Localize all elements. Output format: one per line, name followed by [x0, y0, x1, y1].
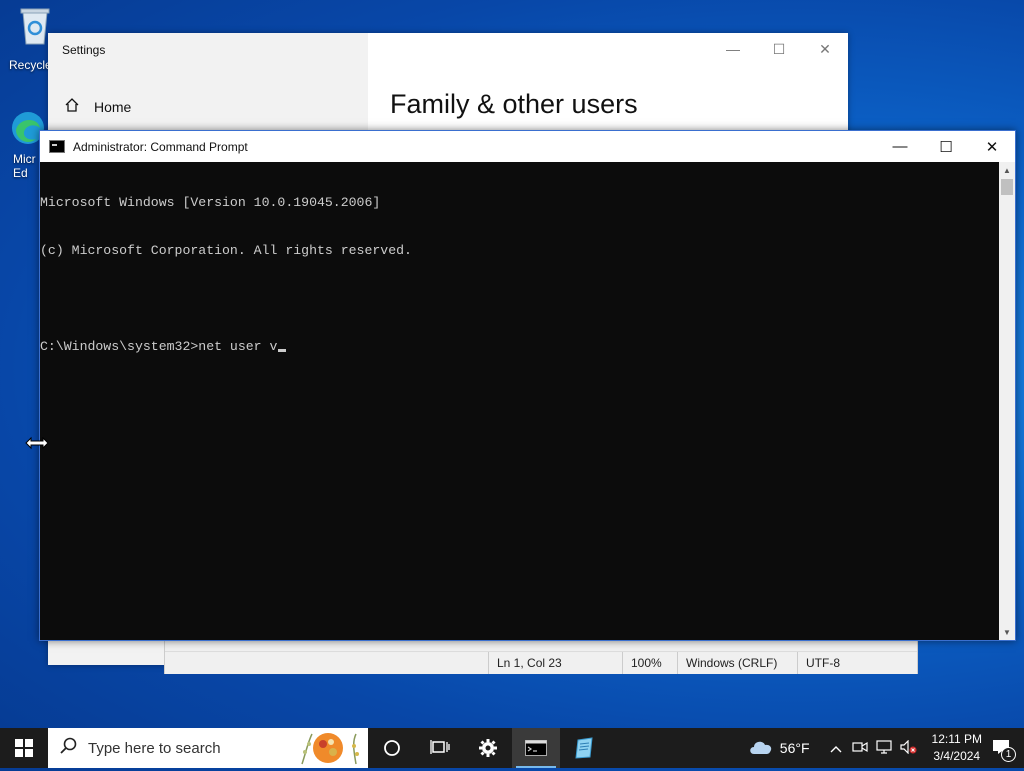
- volume-muted-icon[interactable]: [899, 739, 918, 757]
- notepad-statusbar: Ln 1, Col 23 100% Windows (CRLF) UTF-8: [165, 651, 917, 674]
- clock-time: 12:11 PM: [931, 732, 982, 746]
- scroll-thumb[interactable]: [1001, 179, 1013, 195]
- taskbar-search-box[interactable]: Type here to search: [48, 728, 368, 768]
- home-icon: [64, 97, 80, 116]
- network-icon[interactable]: [875, 739, 892, 757]
- edge-label-line2: Ed: [13, 166, 28, 180]
- cmd-close-button[interactable]: ✕: [969, 131, 1015, 162]
- settings-home-link[interactable]: Home: [64, 97, 131, 116]
- console-prompt-line: C:\Windows\system32>net user v: [40, 339, 999, 355]
- cmd-scrollbar[interactable]: ▲ ▼: [999, 162, 1015, 640]
- console-output[interactable]: Microsoft Windows [Version 10.0.19045.20…: [40, 162, 999, 640]
- cmd-maximize-button[interactable]: ☐: [923, 131, 969, 162]
- notification-count-badge: 1: [1001, 746, 1016, 762]
- page-title: Family & other users: [390, 89, 638, 119]
- system-tray: 56°F 12:11 PM 3/4/2024 1: [748, 728, 1024, 768]
- console-line: Microsoft Windows [Version 10.0.19045.20…: [40, 195, 381, 210]
- notepad-window[interactable]: Ln 1, Col 23 100% Windows (CRLF) UTF-8: [164, 640, 918, 674]
- clock-date: 3/4/2024: [933, 749, 981, 763]
- home-label: Home: [94, 98, 132, 115]
- cmd-titlebar[interactable]: Administrator: Command Prompt — ☐ ✕: [40, 131, 1015, 162]
- line-ending: Windows (CRLF): [677, 652, 797, 674]
- taskbar-command-prompt-app[interactable]: [512, 728, 560, 768]
- scroll-up-arrow-icon[interactable]: ▲: [999, 162, 1015, 178]
- edge-label-line1: Micr: [13, 152, 36, 166]
- settings-title: Settings: [62, 43, 106, 57]
- search-placeholder: Type here to search: [88, 739, 221, 757]
- weather-temperature[interactable]: 56°F: [780, 740, 810, 756]
- zoom-level: 100%: [622, 652, 677, 674]
- encoding: UTF-8: [797, 652, 914, 674]
- notification-center-button[interactable]: 1: [992, 739, 1016, 762]
- settings-close-button[interactable]: ✕: [802, 33, 848, 65]
- weather-cloud-icon[interactable]: [748, 738, 774, 759]
- task-view-button[interactable]: [416, 728, 464, 768]
- cmd-minimize-button[interactable]: —: [877, 131, 923, 162]
- command-prompt-icon: [525, 740, 547, 756]
- horizontal-resize-cursor-icon: [25, 436, 49, 450]
- taskbar-settings-app[interactable]: [464, 728, 512, 768]
- scroll-down-arrow-icon[interactable]: ▼: [999, 624, 1015, 640]
- cmd-title: Administrator: Command Prompt: [73, 139, 248, 154]
- cmd-icon: [49, 140, 65, 153]
- task-view-icon: [430, 740, 450, 754]
- search-icon: [60, 737, 78, 760]
- start-button[interactable]: [0, 728, 48, 768]
- taskbar: Type here to search 56°F 12:11 PM 3/4/20…: [0, 728, 1024, 768]
- taskbar-notepad-app[interactable]: [560, 728, 608, 768]
- cursor-position: Ln 1, Col 23: [488, 652, 622, 674]
- taskbar-clock[interactable]: 12:11 PM 3/4/2024: [932, 731, 982, 765]
- windows-logo-icon: [15, 739, 33, 757]
- text-cursor: [278, 349, 287, 352]
- command-prompt-window[interactable]: Administrator: Command Prompt — ☐ ✕ Micr…: [39, 130, 1016, 641]
- search-highlight-image: [296, 730, 364, 766]
- meet-now-icon[interactable]: [851, 740, 868, 757]
- cortana-button[interactable]: [368, 728, 416, 768]
- recycle-bin-icon: [18, 6, 52, 46]
- console-input: C:\Windows\system32>net user v: [40, 339, 278, 354]
- settings-minimize-button[interactable]: —: [710, 33, 756, 65]
- notepad-icon: [575, 737, 593, 759]
- show-hidden-icons-chevron-up-icon[interactable]: [830, 741, 842, 756]
- settings-maximize-button[interactable]: ☐: [756, 33, 802, 65]
- cortana-circle-icon: [384, 740, 400, 756]
- console-line: (c) Microsoft Corporation. All rights re…: [40, 243, 412, 258]
- gear-icon: [479, 739, 497, 757]
